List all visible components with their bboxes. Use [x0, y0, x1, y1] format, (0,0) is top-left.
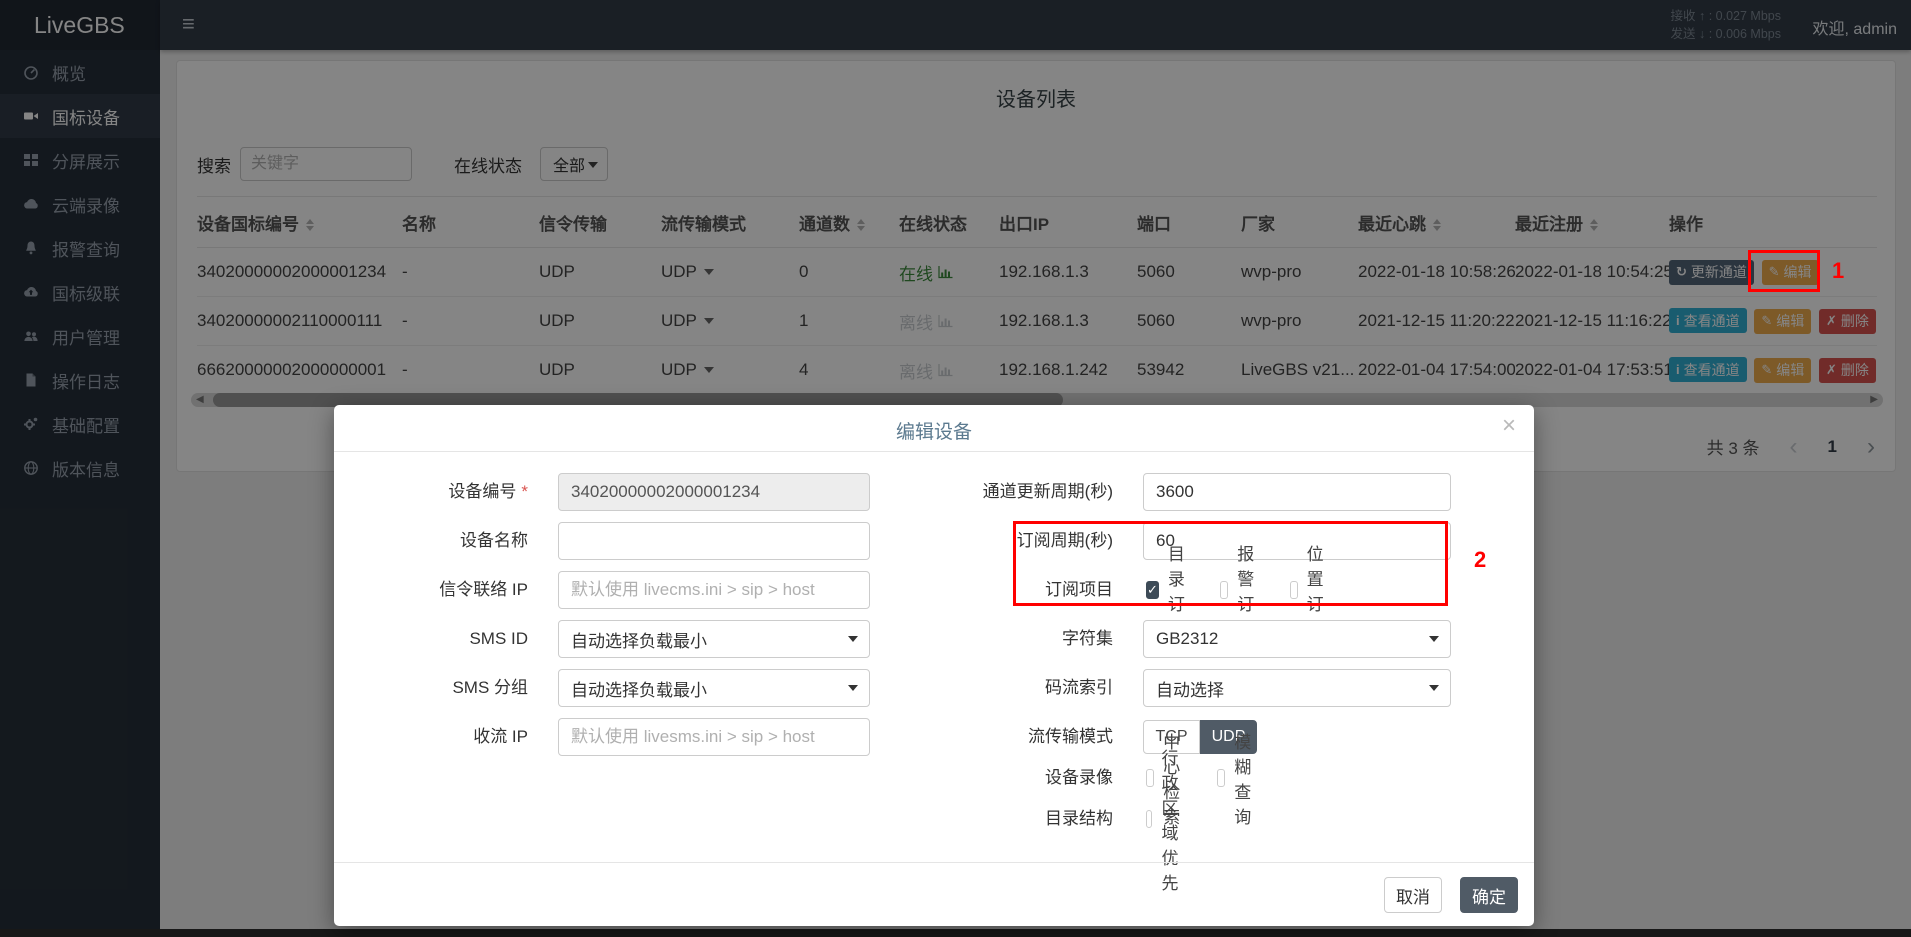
stream-index-select[interactable]: 自动选择 [1143, 669, 1451, 707]
annotation-box-1 [1748, 250, 1820, 292]
signal-ip-label: 信令联络 IP [334, 571, 528, 609]
stream-mode-label: 流传输模式 [894, 720, 1113, 754]
edit-device-modal: 编辑设备 × 设备编号* 设备名称 信令联络 IP SMS ID 自动选择负载最… [334, 405, 1534, 926]
annotation-number-1: 1 [1832, 258, 1844, 284]
charset-select[interactable]: GB2312 [1143, 620, 1451, 658]
modal-header: 编辑设备 × [334, 405, 1534, 452]
recv-ip-label: 收流 IP [334, 718, 528, 756]
device-id-label: 设备编号* [334, 473, 528, 511]
cancel-button[interactable]: 取消 [1384, 877, 1442, 913]
charset-label: 字符集 [894, 620, 1113, 658]
sms-id-select[interactable]: 自动选择负载最小 [558, 620, 870, 658]
fuzzy-query-checkbox[interactable] [1217, 769, 1225, 787]
modal-title: 编辑设备 [334, 417, 1534, 444]
chevron-down-icon [848, 636, 858, 642]
update-period-input[interactable] [1143, 473, 1451, 511]
close-icon[interactable]: × [1502, 414, 1516, 438]
sms-group-label: SMS 分组 [334, 669, 528, 707]
confirm-button[interactable]: 确定 [1460, 877, 1518, 913]
device-record-label: 设备录像 [894, 768, 1113, 788]
signal-ip-input[interactable] [558, 571, 870, 609]
dir-structure-label: 目录结构 [894, 809, 1113, 829]
chevron-down-icon [1429, 685, 1439, 691]
center-search-checkbox[interactable] [1146, 769, 1154, 787]
device-name-label: 设备名称 [334, 522, 528, 560]
modal-footer: 取消 确定 [334, 862, 1534, 927]
sms-id-label: SMS ID [334, 620, 528, 658]
required-mark: * [521, 482, 528, 501]
chevron-down-icon [1429, 636, 1439, 642]
update-period-label: 通道更新周期(秒) [894, 473, 1113, 511]
admin-region-checkbox[interactable] [1146, 810, 1152, 828]
recv-ip-input[interactable] [558, 718, 870, 756]
device-id-input [558, 473, 870, 511]
annotation-box-2 [1013, 521, 1448, 606]
stream-index-label: 码流索引 [894, 669, 1113, 707]
chevron-down-icon [848, 685, 858, 691]
annotation-number-2: 2 [1474, 547, 1486, 573]
device-name-input[interactable] [558, 522, 870, 560]
sms-group-select[interactable]: 自动选择负载最小 [558, 669, 870, 707]
